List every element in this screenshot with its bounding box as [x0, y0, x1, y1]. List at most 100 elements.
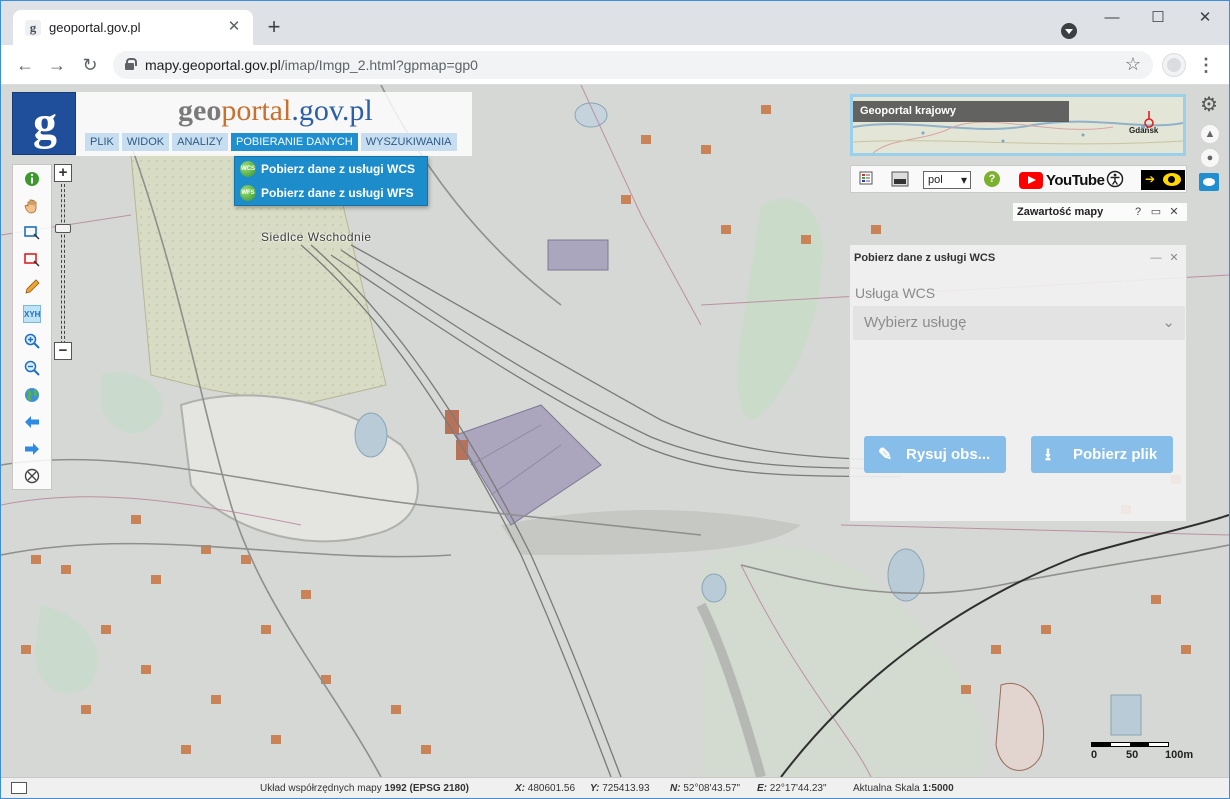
lock-icon[interactable] [125, 58, 137, 70]
brand-tail: .gov.pl [291, 94, 373, 127]
url-path: /imap/Imgp_2.html?gpmap=gp0 [280, 57, 478, 73]
logo-letter: g [33, 97, 57, 150]
contents-restore-icon[interactable]: ▭ [1149, 205, 1163, 219]
youtube-link[interactable]: YouTube [1019, 170, 1105, 190]
legend-icon[interactable] [859, 171, 873, 189]
address-bar[interactable]: mapy.geoportal.gov.pl/imap/Imgp_2.html?g… [113, 51, 1153, 79]
next-view-arrow-icon[interactable] [23, 440, 41, 458]
tab-strip: g geoportal.gov.pl ✕ + — ☐ ✕ [1, 1, 1229, 45]
high-contrast-toggle[interactable]: ➔ [1141, 170, 1185, 190]
url-text[interactable]: mapy.geoportal.gov.pl/imap/Imgp_2.html?g… [145, 57, 478, 73]
zoom-in-button[interactable]: + [54, 164, 72, 182]
forward-button[interactable]: → [45, 53, 69, 77]
contents-close-icon[interactable]: ✕ [1167, 205, 1181, 219]
station-label: Siedlce Wschodnie [261, 230, 372, 244]
overview-title: Geoportal krajowy [853, 101, 1069, 122]
zoom-knob[interactable] [55, 224, 71, 233]
select-red-rect-icon[interactable] [23, 251, 41, 269]
e-coordinate: E: 22°17'44.23" [757, 778, 827, 798]
menu-widok[interactable]: WIDOK [121, 133, 170, 151]
scroll-up-icon[interactable]: ▲ [1201, 125, 1219, 143]
browser-menu-icon[interactable]: ⋮ [1197, 54, 1215, 76]
crs-value: 1992 (EPSG 2180) [384, 783, 470, 794]
gear-icon[interactable]: ⚙ [1197, 93, 1221, 117]
n-value: 52°08'43.57" [683, 783, 741, 794]
draw-button-label: Rysuj obs... [906, 446, 991, 463]
favicon-icon: g [25, 20, 41, 36]
help-icon[interactable]: ? [984, 171, 1000, 187]
x-value: 480601.56 [527, 783, 576, 794]
info-icon[interactable] [23, 170, 41, 188]
menu-plik[interactable]: PLIK [85, 133, 119, 151]
brand-name: geoportal.gov.pl [178, 94, 373, 128]
zoom-in-icon[interactable] [23, 332, 41, 350]
youtube-text: YouTube [1046, 171, 1105, 189]
wcs-globe-icon: WCS [240, 161, 256, 177]
contrast-arrow-icon: ➔ [1145, 172, 1156, 186]
browser-toolbar: ← → ↻ mapy.geoportal.gov.pl/imap/Imgp_2.… [1, 45, 1229, 85]
scale-tick-100: 100m [1165, 749, 1194, 761]
language-select[interactable]: pol [923, 171, 971, 189]
wcs-service-select[interactable]: Wybierz usługę ⌄ [853, 306, 1185, 340]
dot-icon[interactable]: ● [1201, 149, 1219, 167]
globe-icon[interactable] [23, 386, 41, 404]
map-contents-header[interactable]: Zawartość mapy ? ▭ ✕ [1013, 203, 1187, 221]
pencil-icon[interactable] [23, 278, 41, 296]
tab-close-icon[interactable]: ✕ [225, 18, 243, 36]
menu-pobieranie-danych[interactable]: POBIERANIE DANYCH [231, 133, 358, 151]
pan-hand-icon[interactable] [23, 197, 41, 215]
minimize-button[interactable]: — [1097, 7, 1127, 29]
zoom-rail[interactable] [61, 184, 65, 344]
panel-close-icon[interactable]: ✕ [1168, 252, 1180, 264]
reload-button[interactable]: ↻ [78, 53, 102, 77]
x-coordinate: X: 480601.56 [515, 778, 576, 798]
accessibility-icon[interactable] [1106, 170, 1124, 188]
close-window-button[interactable]: ✕ [1190, 7, 1220, 29]
zoom-out-button[interactable]: − [54, 342, 72, 360]
select-rect-graphic [24, 226, 40, 240]
draw-extent-button[interactable]: ✎ Rysuj obs... [864, 436, 1006, 473]
dropdown-item-label: Pobierz dane z usługi WCS [261, 162, 416, 176]
scale-value: 1:5000 [922, 783, 954, 794]
download-dropdown: WCS Pobierz dane z usługi WCS WFS Pobier… [234, 156, 428, 206]
scale-label: Aktualna Skala [853, 783, 920, 794]
back-button[interactable]: ← [13, 53, 37, 77]
window-icon[interactable] [11, 782, 27, 794]
download-icon: ⭳ [1045, 445, 1051, 464]
clear-icon[interactable] [23, 467, 41, 485]
bookmark-star-icon[interactable]: ☆ [1125, 54, 1141, 75]
wcs-panel-title: Pobierz dane z usługi WCS [854, 252, 996, 264]
panel-minimize-icon[interactable]: — [1150, 252, 1162, 264]
dropdown-item-wcs[interactable]: WCS Pobierz dane z usługi WCS [235, 157, 427, 181]
profile-avatar[interactable] [1163, 54, 1185, 76]
youtube-play-icon [1019, 171, 1043, 189]
scale-bar-graphic [1091, 742, 1169, 747]
legend-graphic [859, 171, 873, 185]
pencil-icon: ✎ [878, 445, 893, 464]
previous-view-arrow-icon[interactable] [23, 413, 41, 431]
download-file-button[interactable]: ⭳ Pobierz plik [1031, 436, 1173, 473]
overview-map[interactable]: Gdańsk Geoportal krajowy [850, 94, 1186, 156]
contents-help-icon[interactable]: ? [1131, 205, 1145, 219]
e-label: E: [757, 783, 767, 794]
clear-graphic [24, 468, 40, 484]
wms-icon[interactable] [891, 171, 909, 189]
dropdown-item-wfs[interactable]: WFS Pobierz dane z usługi WFS [235, 181, 427, 205]
geoportal-logo[interactable]: g [12, 92, 76, 155]
tab-search-icon[interactable] [1061, 23, 1077, 39]
status-bar: Układ współrzędnych mapy 1992 (EPSG 2180… [1, 777, 1229, 798]
zoom-out-icon[interactable] [23, 359, 41, 377]
browser-tab[interactable]: g geoportal.gov.pl ✕ [13, 10, 253, 45]
maximize-button[interactable]: ☐ [1143, 7, 1173, 29]
xyh-icon[interactable]: XYH [23, 305, 41, 323]
visibility-eye-icon[interactable] [1199, 173, 1219, 191]
brand-portal: portal [221, 94, 292, 127]
magnifier-plus-graphic [24, 333, 40, 349]
x-label: X: [515, 783, 525, 794]
new-tab-button[interactable]: + [263, 16, 285, 39]
select-rect-icon[interactable] [23, 224, 41, 242]
map-viewport[interactable]: Siedlce Wschodnie g geoportal.gov.pl PLI… [1, 85, 1229, 777]
map-tools: XYH [12, 164, 52, 490]
menu-analizy[interactable]: ANALIZY [172, 133, 228, 151]
menu-wyszukiwania[interactable]: WYSZUKIWANIA [360, 133, 457, 151]
